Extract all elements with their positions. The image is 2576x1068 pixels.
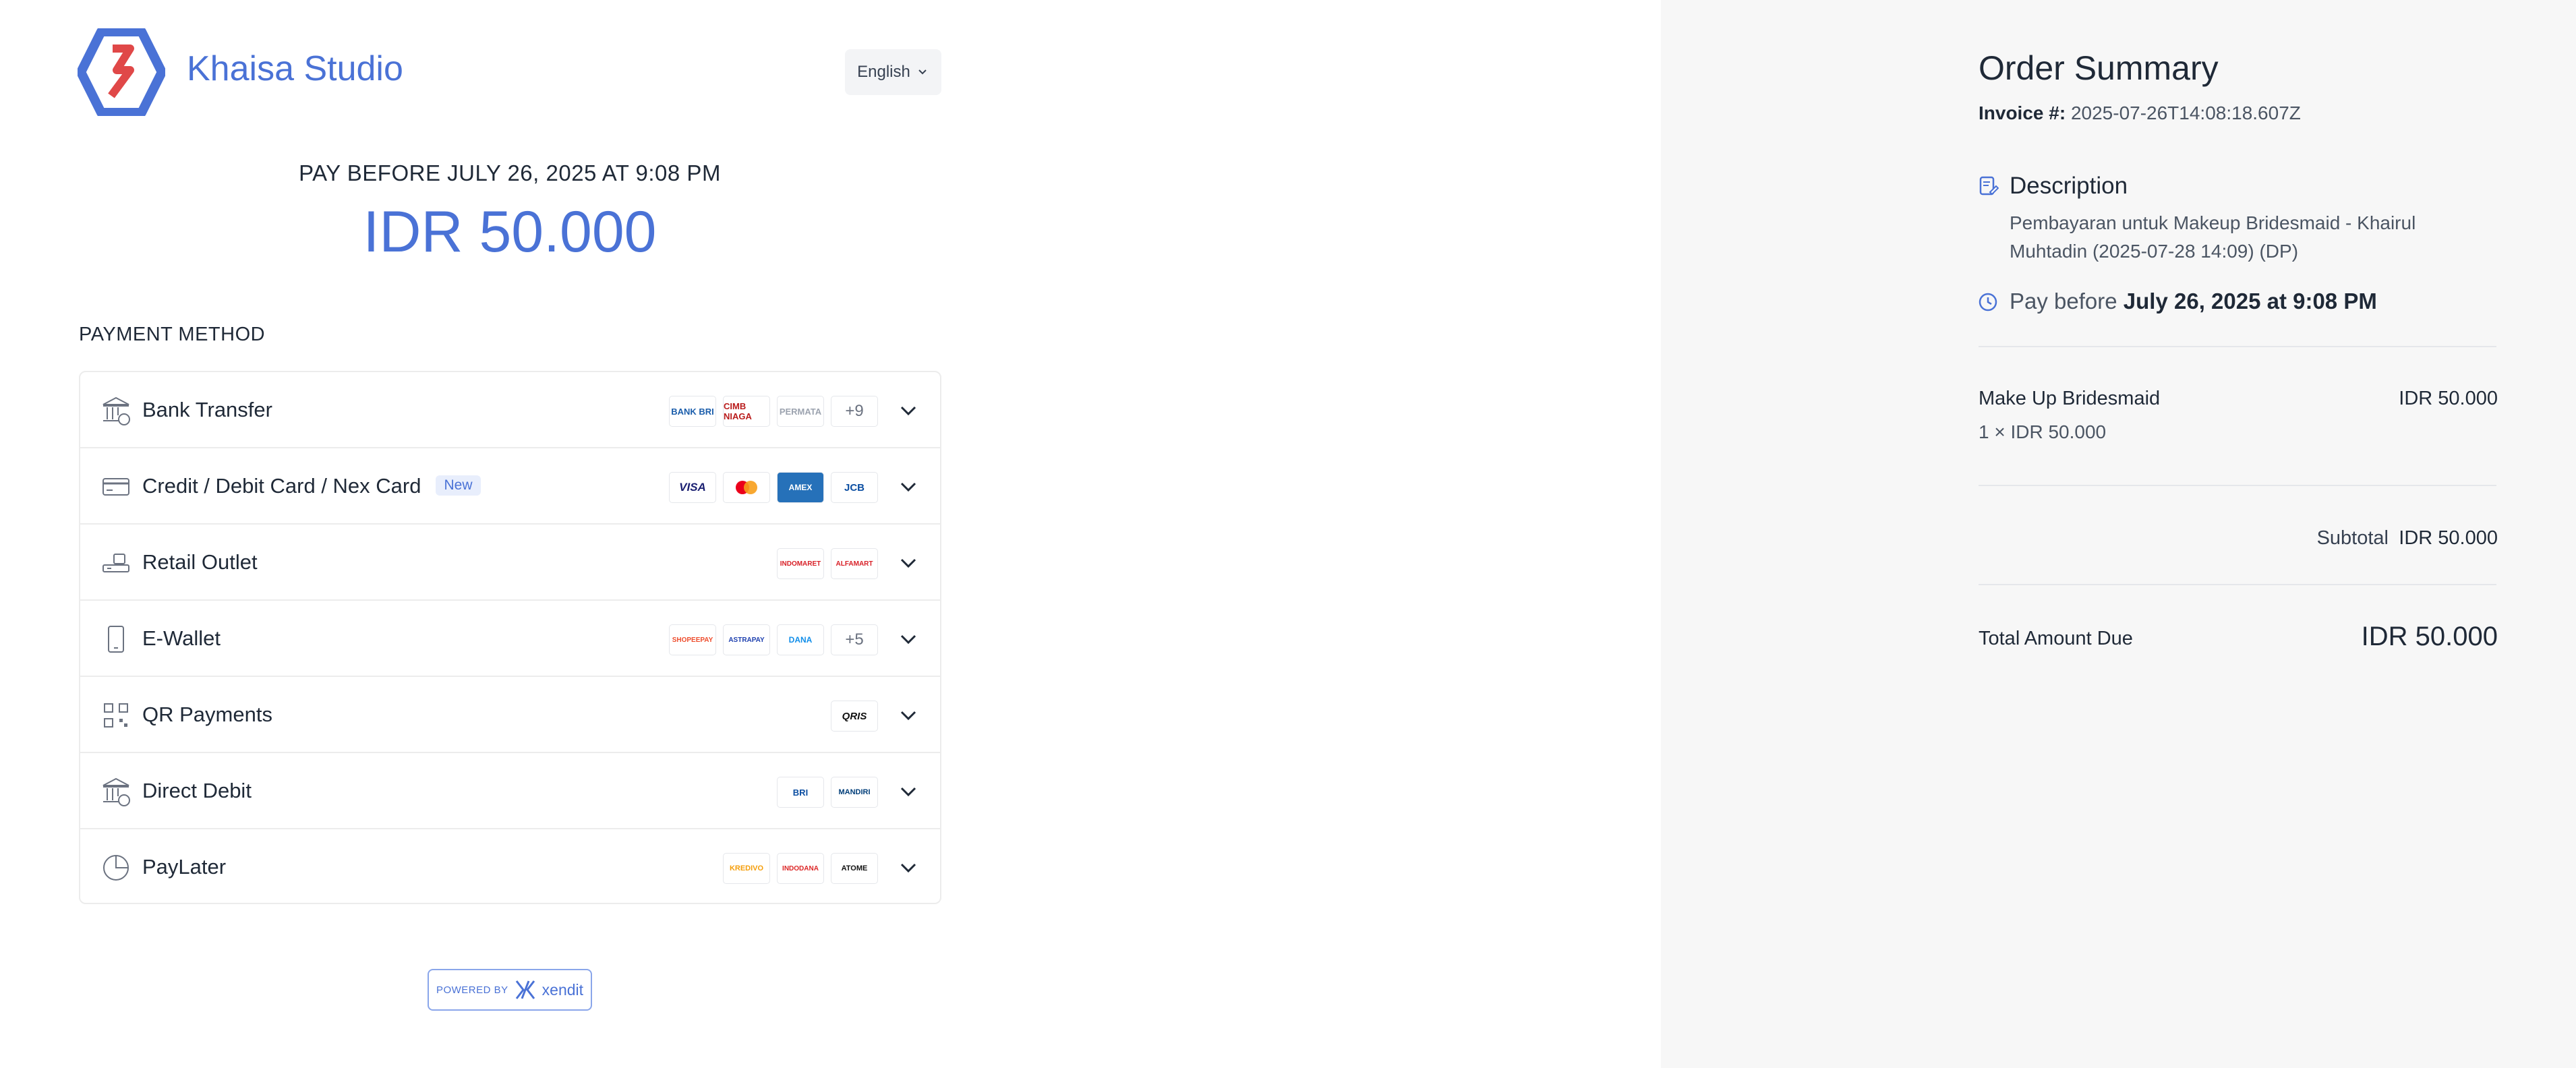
visa-logo: VISA bbox=[669, 472, 716, 503]
provider-logos: KREDIVO INDODANA ATOME bbox=[723, 853, 878, 884]
pie-chart-icon bbox=[103, 855, 129, 881]
xendit-name: xendit bbox=[541, 980, 584, 999]
chevron-down-icon[interactable] bbox=[898, 781, 918, 802]
amount-due: IDR 50.000 bbox=[363, 200, 657, 264]
document-edit-icon bbox=[1979, 176, 1999, 196]
brand-name: Khaisa Studio bbox=[187, 49, 403, 88]
pay-before-prefix: Pay before bbox=[2010, 289, 2117, 314]
subtotal-value: IDR 50.000 bbox=[2399, 527, 2498, 549]
mandiri-logo: MANDIRI bbox=[831, 777, 878, 808]
bank-icon bbox=[103, 777, 130, 806]
chevron-down-icon[interactable] bbox=[898, 477, 918, 497]
description-text: Pembayaran untuk Makeup Bridesmaid - Kha… bbox=[2010, 212, 2416, 262]
invoice-value: 2025-07-26T14:08:18.607Z bbox=[2070, 102, 2301, 123]
powered-by-label: POWERED BY bbox=[436, 984, 508, 996]
mastercard-logo bbox=[723, 472, 770, 503]
qr-code-icon bbox=[104, 703, 128, 728]
provider-logos: VISA AMEX JCB bbox=[669, 472, 878, 503]
dana-logo: DANA bbox=[777, 624, 824, 655]
astrapay-logo: ASTRAPAY bbox=[723, 624, 770, 655]
chevron-down-icon bbox=[918, 69, 927, 75]
subtotal-label: Subtotal bbox=[2316, 527, 2389, 549]
payment-method-list: Bank Transfer BANK BRI CIMB NIAGA PERMAT… bbox=[79, 371, 941, 904]
chevron-down-icon[interactable] bbox=[898, 629, 918, 649]
pay-before-value: July 26, 2025 at 9:08 PM bbox=[2123, 289, 2377, 314]
bank-icon bbox=[103, 396, 130, 425]
payment-method-name: Bank Transfer bbox=[142, 398, 272, 421]
cimb-niaga-logo: CIMB NIAGA bbox=[723, 396, 770, 427]
language-label: English bbox=[857, 63, 910, 81]
alfamart-logo: ALFAMART bbox=[831, 548, 878, 579]
total-amount-label: Total Amount Due bbox=[1979, 628, 2133, 649]
indodana-logo: INDODANA bbox=[777, 853, 824, 884]
permata-logo: PERMATA bbox=[777, 396, 824, 427]
payment-method-retail-outlet[interactable]: Retail Outlet INDOMARET ALFAMART bbox=[80, 525, 940, 601]
payment-method-name: PayLater bbox=[142, 855, 227, 879]
provider-logos: INDOMARET ALFAMART bbox=[777, 548, 878, 579]
payment-method-e-wallet[interactable]: E-Wallet SHOPEEPAY ASTRAPAY DANA +5 bbox=[80, 601, 940, 677]
item-name: Make Up Bridesmaid bbox=[1979, 388, 2161, 409]
atome-logo: ATOME bbox=[831, 853, 878, 884]
chevron-down-icon[interactable] bbox=[898, 553, 918, 573]
store-icon bbox=[103, 554, 129, 572]
xendit-logo-icon bbox=[515, 980, 535, 999]
payment-method-name: Direct Debit bbox=[142, 779, 252, 802]
payment-method-direct-debit[interactable]: Direct Debit BRI MANDIRI bbox=[80, 753, 940, 829]
chevron-down-icon[interactable] bbox=[898, 400, 918, 421]
new-badge: New bbox=[436, 475, 481, 496]
invoice-number: Invoice #: 2025-07-26T14:08:18.607Z bbox=[1979, 102, 2301, 124]
more-providers-count: +9 bbox=[831, 396, 878, 427]
indomaret-logo: INDOMARET bbox=[777, 548, 824, 579]
payment-method-label: Credit / Debit Card / Nex Card bbox=[142, 474, 421, 498]
mobile-phone-icon bbox=[108, 626, 124, 653]
credit-card-icon bbox=[103, 478, 129, 496]
divider bbox=[1979, 584, 2496, 585]
payment-method-qr-payments[interactable]: QR Payments QRIS bbox=[80, 677, 940, 753]
bri-logo: BANK BRI bbox=[669, 396, 716, 427]
divider bbox=[1979, 346, 2496, 347]
total-amount-value: IDR 50.000 bbox=[2361, 622, 2498, 651]
chevron-down-icon[interactable] bbox=[898, 705, 918, 725]
item-price: IDR 50.000 bbox=[2399, 388, 2498, 409]
mastercard-circles-icon bbox=[736, 481, 757, 494]
amex-logo: AMEX bbox=[777, 472, 824, 503]
chevron-down-icon[interactable] bbox=[898, 858, 918, 878]
payment-method-name: Credit / Debit Card / Nex Card New bbox=[142, 474, 481, 498]
payment-method-name: Retail Outlet bbox=[142, 550, 258, 574]
kredivo-logo: KREDIVO bbox=[723, 853, 770, 884]
divider bbox=[1979, 485, 2496, 486]
khaisa-studio-logo bbox=[78, 28, 165, 116]
clock-icon bbox=[1979, 293, 1997, 312]
payment-method-card[interactable]: Credit / Debit Card / Nex Card New VISA A… bbox=[80, 448, 940, 525]
provider-logos: QRIS bbox=[831, 701, 878, 732]
language-select[interactable]: English bbox=[845, 49, 941, 95]
more-providers-count: +5 bbox=[831, 624, 878, 655]
payment-panel: Khaisa Studio English PAY BEFORE JULY 26… bbox=[0, 0, 1661, 1068]
payment-method-paylater[interactable]: PayLater KREDIVO INDODANA ATOME bbox=[80, 829, 940, 906]
pay-before-heading: PAY BEFORE JULY 26, 2025 AT 9:08 PM bbox=[299, 160, 721, 185]
bri-logo: BRI bbox=[777, 777, 824, 808]
item-quantity: 1 × IDR 50.000 bbox=[1979, 421, 2107, 442]
payment-method-label: PAYMENT METHOD bbox=[79, 324, 266, 345]
order-summary-title: Order Summary bbox=[1979, 49, 2219, 87]
invoice-label: Invoice #: bbox=[1979, 102, 2066, 123]
provider-logos: BRI MANDIRI bbox=[777, 777, 878, 808]
qris-logo: QRIS bbox=[831, 701, 878, 732]
pay-before-deadline: Pay before July 26, 2025 at 9:08 PM bbox=[2010, 289, 2377, 314]
provider-logos: SHOPEEPAY ASTRAPAY DANA +5 bbox=[669, 624, 878, 655]
description-title: Description bbox=[2010, 173, 2128, 199]
payment-method-bank-transfer[interactable]: Bank Transfer BANK BRI CIMB NIAGA PERMAT… bbox=[80, 372, 940, 448]
powered-by-xendit[interactable]: POWERED BY xendit bbox=[428, 969, 592, 1011]
shopeepay-logo: SHOPEEPAY bbox=[669, 624, 716, 655]
payment-method-name: QR Payments bbox=[142, 703, 272, 726]
jcb-logo: JCB bbox=[831, 472, 878, 503]
provider-logos: BANK BRI CIMB NIAGA PERMATA +9 bbox=[669, 396, 878, 427]
payment-method-name: E-Wallet bbox=[142, 626, 221, 650]
